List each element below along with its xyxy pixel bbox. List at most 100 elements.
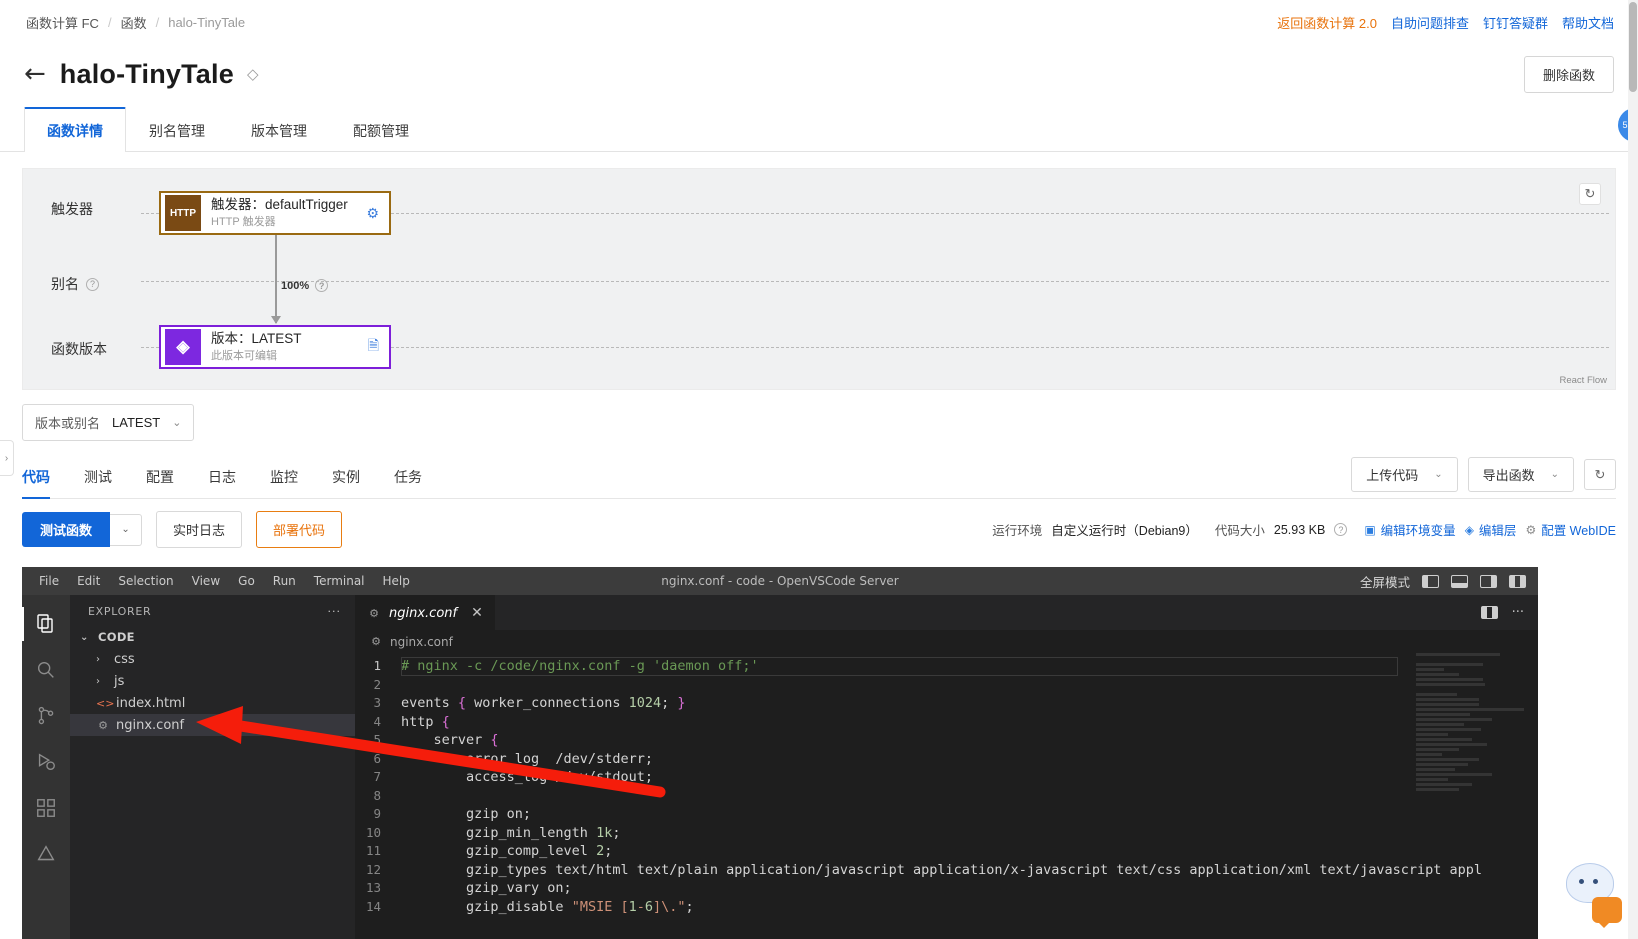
help-icon[interactable]: ?	[1334, 523, 1348, 536]
realtime-log-button[interactable]: 实时日志	[156, 511, 243, 548]
link-return-fc2[interactable]: 返回函数计算 2.0	[1277, 13, 1377, 32]
edit-layer-link[interactable]: ◈ 编辑层	[1465, 520, 1517, 539]
customize-layout-icon[interactable]	[1509, 574, 1526, 588]
menu-go[interactable]: Go	[229, 567, 264, 595]
webide-panel: File Edit Selection View Go Run Terminal…	[22, 567, 1538, 939]
menu-file[interactable]: File	[30, 567, 68, 595]
menu-view[interactable]: View	[183, 567, 229, 595]
tree-item-code[interactable]: ⌄ CODE	[70, 626, 355, 648]
line-text: gzip on;	[401, 806, 532, 822]
page-scrollbar-thumb[interactable]	[1629, 2, 1637, 92]
code-meta-info: 运行环境 自定义运行时（Debian9） 代码大小 25.93 KB ? ▣ 编…	[992, 520, 1616, 539]
split-editor-icon[interactable]	[1480, 606, 1498, 619]
gear-icon[interactable]: ⚙	[366, 205, 379, 222]
editor-tab-nginx-conf[interactable]: ⚙ nginx.conf ✕	[355, 595, 495, 630]
delete-function-button[interactable]: 删除函数	[1523, 55, 1614, 93]
subtab-test[interactable]: 测试	[84, 458, 112, 498]
tree-label-nginx-conf: nginx.conf	[116, 717, 185, 733]
chevron-right-icon: ›	[96, 653, 100, 665]
line-number: 3	[373, 695, 381, 710]
document-icon[interactable]: 🗎	[368, 335, 379, 359]
menu-selection[interactable]: Selection	[109, 567, 182, 595]
subtab-task[interactable]: 任务	[394, 458, 422, 498]
breadcrumb-item-1[interactable]: 函数	[121, 13, 147, 32]
editor-breadcrumb[interactable]: ⚙ nginx.conf	[355, 630, 1538, 653]
breadcrumb-separator: /	[155, 14, 160, 30]
subtab-instance[interactable]: 实例	[332, 458, 360, 498]
minimap-line	[1416, 728, 1481, 731]
line-number: 8	[373, 787, 381, 803]
test-function-button[interactable]: 测试函数	[22, 512, 111, 547]
editor-tab-bar: ⚙ nginx.conf ✕ ···	[355, 595, 1538, 630]
gear-icon: ⚙	[1525, 522, 1537, 537]
tab-function-detail[interactable]: 函数详情	[24, 107, 126, 152]
react-flow-credit: React Flow	[1559, 375, 1607, 386]
upload-code-button[interactable]: 上传代码 ⌄	[1351, 457, 1458, 492]
tab-quota-management[interactable]: 配额管理	[330, 108, 432, 152]
extensions-icon[interactable]	[22, 785, 70, 831]
tree-item-css[interactable]: › css	[70, 648, 355, 670]
subtab-code[interactable]: 代码	[22, 458, 50, 499]
tab-version-management[interactable]: 版本管理	[228, 108, 330, 152]
explorer-more-icon[interactable]: ···	[328, 605, 342, 618]
run-debug-icon[interactable]	[22, 739, 70, 785]
version-or-alias-select[interactable]: 版本或别名 LATEST ⌄	[22, 404, 195, 441]
vscode-menubar: File Edit Selection View Go Run Terminal…	[22, 567, 1538, 595]
menu-terminal[interactable]: Terminal	[305, 567, 374, 595]
tree-item-index-html[interactable]: <> index.html	[70, 692, 355, 714]
remote-explorer-icon[interactable]	[22, 831, 70, 877]
toggle-panel-icon[interactable]	[1451, 574, 1468, 588]
toggle-secondary-sidebar-icon[interactable]	[1480, 574, 1497, 588]
tree-label-css: css	[114, 651, 135, 667]
page-scrollbar[interactable]	[1628, 0, 1638, 939]
line-number: 7	[373, 769, 381, 784]
minimap-line	[1416, 743, 1488, 746]
link-help-doc[interactable]: 帮助文档	[1562, 13, 1614, 32]
tag-icon[interactable]: ◇	[247, 65, 259, 83]
edit-env-var-link[interactable]: ▣ 编辑环境变量	[1364, 520, 1455, 539]
files-icon[interactable]	[22, 601, 70, 647]
link-self-troubleshoot[interactable]: 自助问题排查	[1391, 13, 1469, 32]
close-icon[interactable]: ✕	[471, 605, 483, 621]
editor-more-icon[interactable]: ···	[1512, 605, 1524, 620]
code-line: 2	[355, 676, 1538, 695]
source-control-icon[interactable]	[22, 693, 70, 739]
refresh-icon[interactable]: ↻	[1584, 459, 1616, 490]
flow-reload-icon[interactable]: ↻	[1579, 183, 1601, 205]
assistant-chat-bubble[interactable]	[1560, 861, 1622, 928]
tree-item-nginx-conf[interactable]: ⚙ nginx.conf	[70, 714, 355, 736]
sidebar-collapse-handle[interactable]: ›	[0, 440, 14, 476]
subtab-config[interactable]: 配置	[146, 458, 174, 498]
config-webide-link[interactable]: ⚙ 配置 WebIDE	[1525, 520, 1616, 539]
menu-help[interactable]: Help	[374, 567, 419, 595]
subtab-log[interactable]: 日志	[208, 458, 236, 498]
tree-item-js[interactable]: › js	[70, 670, 355, 692]
code-line: 5 server {	[355, 731, 1538, 750]
code-line: 14 gzip_disable "MSIE [1-6]\.";	[355, 898, 1538, 917]
tab-alias-management[interactable]: 别名管理	[126, 108, 228, 152]
help-icon[interactable]: ?	[315, 279, 329, 292]
fullscreen-mode-button[interactable]: 全屏模式	[1360, 572, 1410, 591]
export-function-button[interactable]: 导出函数 ⌄	[1467, 457, 1574, 492]
menu-edit[interactable]: Edit	[68, 567, 109, 595]
trigger-flow-panel: 触发器 别名 ? 函数版本 100% ? HTTP 触发器：defaultTri…	[22, 168, 1616, 390]
tree-label-js: js	[114, 673, 125, 689]
code-content[interactable]: 1 # nginx -c /code/nginx.conf -g 'daemon …	[355, 653, 1538, 916]
minimap-line	[1416, 713, 1470, 716]
subtab-monitor[interactable]: 监控	[270, 458, 298, 498]
search-icon[interactable]	[22, 647, 70, 693]
chevron-down-icon: ⌄	[80, 631, 89, 643]
test-function-dropdown-icon[interactable]: ⌄	[110, 513, 143, 546]
deploy-code-button[interactable]: 部署代码	[256, 511, 343, 548]
editor-minimap[interactable]	[1416, 653, 1524, 939]
breadcrumb-item-0[interactable]: 函数计算 FC	[26, 13, 99, 32]
back-arrow-icon[interactable]: ←	[24, 61, 46, 87]
flow-node-version[interactable]: ◈ 版本：LATEST 此版本可编辑 🗎	[159, 325, 391, 369]
toggle-primary-sidebar-icon[interactable]	[1422, 574, 1439, 588]
menu-run[interactable]: Run	[264, 567, 305, 595]
line-text: server {	[401, 732, 499, 748]
flow-node-trigger[interactable]: HTTP 触发器：defaultTrigger HTTP 触发器 ⚙	[159, 191, 391, 235]
code-line: 13 gzip_vary on;	[355, 879, 1538, 898]
help-icon[interactable]: ?	[86, 277, 99, 291]
link-dingtalk-group[interactable]: 钉钉答疑群	[1483, 13, 1548, 32]
